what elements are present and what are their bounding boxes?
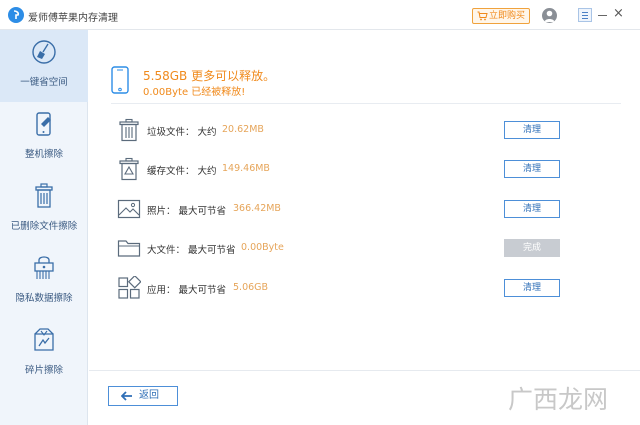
- row-label: 缓存文件： 大约: [147, 166, 217, 177]
- sidebar-item-label: 已删除文件擦除: [10, 221, 78, 232]
- sidebar-item-label: 一键省空间: [20, 77, 68, 88]
- title-bar: 爱师傅苹果内存清理 立即购买 ×: [0, 0, 640, 30]
- list-item-apps: 应用： 最大可节省 5.06GB 清理: [117, 276, 637, 300]
- row-label: 垃圾文件： 大约: [147, 127, 217, 138]
- cache-trash-icon: [119, 157, 139, 181]
- row-size: 5.06GB: [233, 282, 269, 293]
- app-logo-icon: [8, 7, 24, 23]
- fragment-erase-icon: [34, 328, 54, 351]
- row-label: 大文件： 最大可节省: [147, 245, 236, 256]
- clean-junk-button[interactable]: 清理: [504, 121, 560, 139]
- back-button[interactable]: 返回: [108, 386, 178, 406]
- clean-apps-button[interactable]: 清理: [504, 279, 560, 297]
- clean-cache-button[interactable]: 清理: [504, 160, 560, 178]
- back-arrow-icon: [121, 391, 132, 401]
- sidebar: 一键省空间 整机擦除 已删除文件擦除 隐私数据擦除 碎片擦除: [0, 30, 88, 425]
- buy-now-label: 立即购买: [489, 11, 526, 21]
- user-avatar-icon[interactable]: [542, 8, 557, 23]
- list-item-cache-files: 缓存文件： 大约 149.46MB 清理: [117, 157, 637, 181]
- trash-shred-icon: [35, 183, 53, 208]
- freed-size-text: 0.00Byte 已经被释放!: [143, 87, 246, 98]
- privacy-lock-icon: [34, 256, 54, 279]
- trash-icon: [119, 118, 139, 142]
- sidebar-item-full-erase[interactable]: 整机擦除: [0, 102, 88, 174]
- divider: [111, 103, 621, 104]
- apps-icon: [118, 276, 141, 299]
- sidebar-item-label: 碎片擦除: [24, 365, 63, 376]
- row-size: 20.62MB: [222, 124, 264, 135]
- sidebar-item-save-space[interactable]: 一键省空间: [0, 30, 88, 102]
- menu-icon[interactable]: [578, 8, 592, 22]
- cart-icon: [477, 11, 488, 21]
- photo-icon: [117, 199, 141, 219]
- list-item-large-files: 大文件： 最大可节省 0.00Byte 完成: [117, 236, 637, 260]
- row-size: 149.46MB: [222, 163, 270, 174]
- back-button-label: 返回: [139, 390, 159, 401]
- clean-photos-button[interactable]: 清理: [504, 200, 560, 218]
- sidebar-item-fragment-erase[interactable]: 碎片擦除: [0, 318, 88, 390]
- sidebar-item-label: 隐私数据擦除: [15, 293, 73, 304]
- sidebar-item-deleted-erase[interactable]: 已删除文件擦除: [0, 174, 88, 246]
- phone-icon: [111, 66, 129, 94]
- row-label: 应用： 最大可节省: [147, 285, 227, 296]
- folder-icon: [117, 240, 141, 257]
- broom-icon: [32, 40, 56, 64]
- large-files-done-button[interactable]: 完成: [504, 239, 560, 257]
- row-label: 照片： 最大可节省: [147, 206, 227, 217]
- app-title: 爱师傅苹果内存清理: [28, 13, 118, 24]
- list-item-junk-files: 垃圾文件： 大约 20.62MB 清理: [117, 118, 637, 142]
- phone-erase-icon: [36, 112, 51, 136]
- row-size: 0.00Byte: [241, 242, 284, 253]
- watermark-text: 广西龙网: [508, 385, 609, 414]
- list-item-photos: 照片： 最大可节省 366.42MB 清理: [117, 197, 637, 221]
- footer-divider: [89, 370, 640, 371]
- row-size: 366.42MB: [233, 203, 281, 214]
- sidebar-item-privacy-erase[interactable]: 隐私数据擦除: [0, 246, 88, 318]
- close-icon[interactable]: ×: [613, 7, 624, 21]
- releasable-size-text: 5.58GB 更多可以释放。: [143, 69, 276, 83]
- sidebar-item-label: 整机擦除: [24, 149, 63, 160]
- main-panel: 5.58GB 更多可以释放。 0.00Byte 已经被释放! 垃圾文件： 大约 …: [89, 30, 640, 425]
- minimize-icon[interactable]: [598, 15, 607, 16]
- buy-now-button[interactable]: 立即购买: [472, 8, 530, 24]
